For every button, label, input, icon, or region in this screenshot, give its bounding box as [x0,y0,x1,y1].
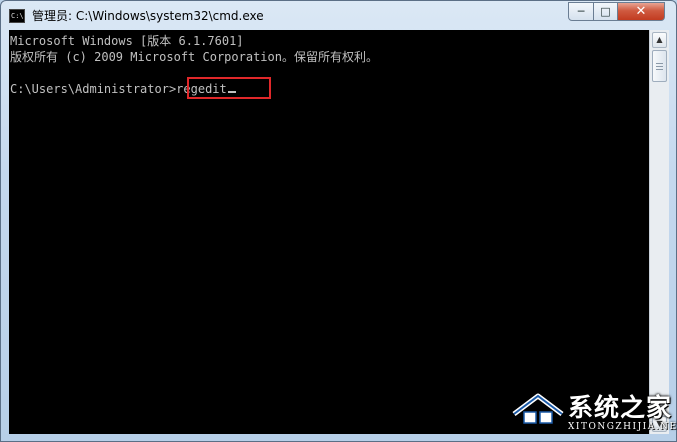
scroll-thumb[interactable] [652,50,667,82]
maximize-button[interactable]: □ [593,2,618,21]
cmd-app-icon[interactable]: C:\ [9,9,25,23]
console-prompt: C:\Users\Administrator> [10,82,177,96]
scroll-up-button[interactable]: ▲ [652,32,667,48]
site-watermark: 系统之家 XITONGZHIJIA.NET [510,388,677,440]
watermark-brand-text: 系统之家 [568,393,673,422]
console-area[interactable]: Microsoft Windows [版本 6.1.7601] 版权所有 (c)… [9,30,649,434]
cmd-icon-label: C:\ [11,12,24,20]
vertical-scrollbar[interactable]: ▲ ▼ [649,30,669,434]
cmd-window: C:\ 管理员: C:\Windows\system32\cmd.exe ─ □… [0,0,677,442]
close-button[interactable]: ✕ [617,2,665,21]
command-highlight-box [187,77,271,99]
thumb-grip-line [656,69,663,70]
console-version-line: Microsoft Windows [版本 6.1.7601] [10,34,244,48]
thumb-grip-line [656,66,663,67]
minimize-button[interactable]: ─ [568,2,594,21]
watermark-url-text: XITONGZHIJIA.NET [568,422,677,432]
thumb-grip-line [656,63,663,64]
console-copyright-line: 版权所有 (c) 2009 Microsoft Corporation。保留所有… [10,50,378,64]
house-logo-icon [512,393,564,424]
window-title: 管理员: C:\Windows\system32\cmd.exe [32,9,264,23]
title-bar[interactable]: C:\ 管理员: C:\Windows\system32\cmd.exe ─ □… [1,1,676,31]
